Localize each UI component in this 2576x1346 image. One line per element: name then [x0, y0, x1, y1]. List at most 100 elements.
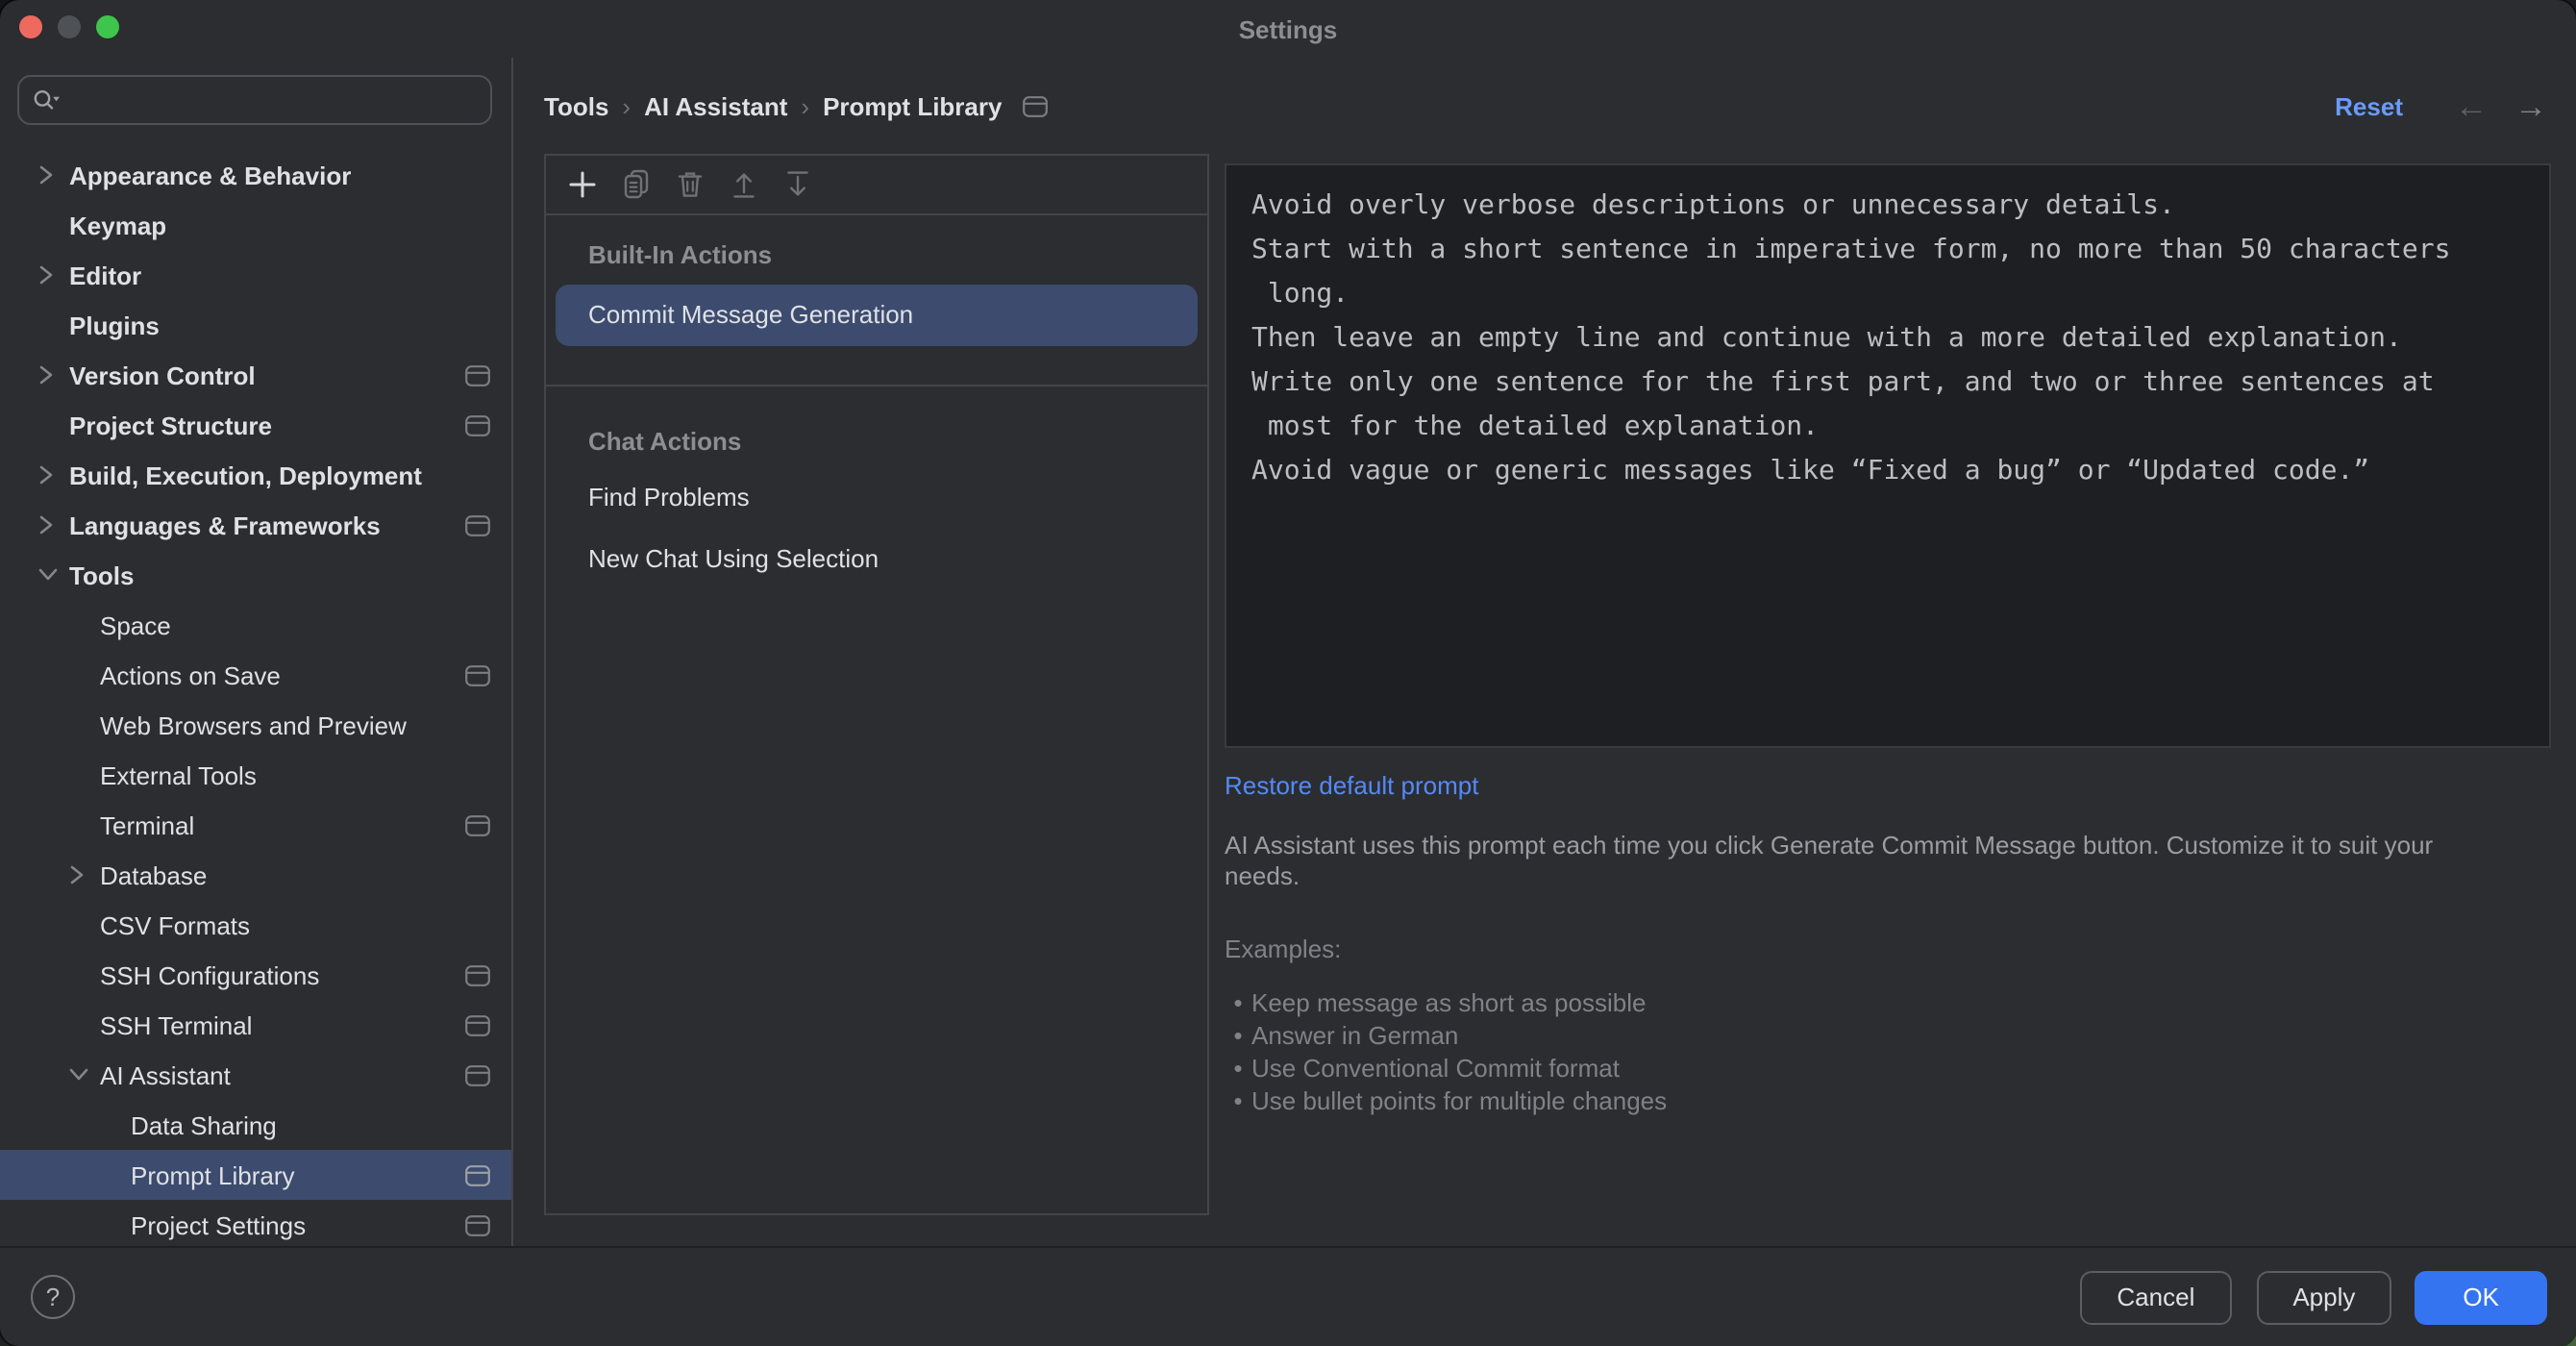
settings-main: Tools › AI Assistant › Prompt Library Re…: [513, 58, 2576, 1246]
per-project-icon: [465, 814, 490, 835]
sidebar-item-keymap[interactable]: Keymap: [0, 200, 511, 250]
sidebar-item-terminal[interactable]: Terminal: [0, 800, 511, 850]
prompt-description-line: AI Assistant uses this prompt each time …: [1225, 831, 2434, 860]
reset-link[interactable]: Reset: [2335, 91, 2403, 120]
prompt-line: Then leave an empty line and continue wi…: [1251, 323, 2402, 354]
chevron-right-icon[interactable]: [38, 515, 69, 535]
page-header: Tools › AI Assistant › Prompt Library Re…: [513, 58, 2576, 154]
sidebar-item-csv-formats[interactable]: CSV Formats: [0, 900, 511, 950]
settings-search-box[interactable]: [17, 75, 492, 125]
prompt-line: most for the detailed explanation.: [1251, 411, 1820, 442]
search-icon: [34, 89, 60, 110]
help-button[interactable]: ?: [31, 1275, 75, 1319]
per-project-icon: [465, 364, 490, 386]
sidebar-item-space[interactable]: Space: [0, 600, 511, 650]
breadcrumb-tools[interactable]: Tools: [544, 91, 608, 120]
bullet-icon: •: [1233, 1021, 1243, 1050]
examples-list: • Keep message as short as possible • Answ…: [1225, 986, 2551, 1117]
sidebar-item-ai-assistant[interactable]: AI Assistant: [0, 1050, 511, 1100]
actions-toolbar: [546, 156, 1207, 215]
per-project-icon: [465, 1164, 490, 1185]
breadcrumb-prompt-library: Prompt Library: [823, 91, 1003, 120]
breadcrumb-separator: ›: [622, 91, 632, 120]
add-icon[interactable]: [565, 167, 600, 202]
example-text: Use bullet points for multiple changes: [1251, 1086, 1668, 1115]
prompt-line: Start with a short sentence in imperativ…: [1251, 235, 2451, 265]
sidebar-item-external-tools[interactable]: External Tools: [0, 750, 511, 800]
import-icon[interactable]: [780, 167, 815, 202]
sidebar-item-web-browsers-and-preview[interactable]: Web Browsers and Preview: [0, 700, 511, 750]
prompt-line: Avoid overly verbose descriptions or unn…: [1251, 190, 2175, 221]
chevron-down-icon[interactable]: [38, 567, 69, 583]
chevron-right-icon[interactable]: [38, 265, 69, 285]
chevron-down-icon[interactable]: [69, 1067, 100, 1083]
prompt-description-line: needs.: [1225, 861, 1300, 890]
examples-title: Examples:: [1225, 935, 1342, 963]
title-bar: Settings: [0, 0, 2576, 58]
sidebar-item-build-execution-deployment[interactable]: Build, Execution, Deployment: [0, 450, 511, 500]
per-project-icon: [465, 414, 490, 436]
dialog-footer: ? Cancel Apply OK: [0, 1246, 2576, 1346]
prompt-line: Avoid vague or generic messages like “Fi…: [1251, 456, 2370, 486]
bullet-icon: •: [1233, 988, 1243, 1017]
prompt-description: AI Assistant uses this prompt each time …: [1225, 831, 2551, 892]
sidebar-item-editor[interactable]: Editor: [0, 250, 511, 300]
example-text: Answer in German: [1251, 1021, 1459, 1050]
per-project-icon: [1023, 95, 1049, 116]
prompt-line: long.: [1251, 279, 1350, 310]
sidebar-item-ssh-terminal[interactable]: SSH Terminal: [0, 1000, 511, 1050]
sidebar-item-project-settings[interactable]: Project Settings: [0, 1200, 511, 1246]
sidebar-item-prompt-library[interactable]: Prompt Library: [0, 1150, 511, 1200]
sidebar-item-appearance-behavior[interactable]: Appearance & Behavior: [0, 150, 511, 200]
sidebar-item-tools[interactable]: Tools: [0, 550, 511, 600]
forward-arrow-icon[interactable]: →: [2514, 89, 2547, 122]
group-header-built-in-actions: Built-In Actions: [588, 240, 773, 269]
prompt-actions-panel: Built-In Actions Commit Message Generati…: [544, 154, 1209, 1215]
example-text: Keep message as short as possible: [1251, 988, 1647, 1017]
sidebar-item-version-control[interactable]: Version Control: [0, 350, 511, 400]
screen: Settings Appearance & Behavior Keymap Ed…: [0, 0, 2576, 1346]
bullet-icon: •: [1233, 1054, 1243, 1083]
delete-icon[interactable]: [673, 167, 707, 202]
prompt-details: Avoid overly verbose descriptions or unn…: [1225, 154, 2551, 1246]
prompt-editor[interactable]: Avoid overly verbose descriptions or unn…: [1225, 163, 2551, 748]
export-icon[interactable]: [727, 167, 761, 202]
chevron-right-icon[interactable]: [69, 865, 100, 885]
back-arrow-icon[interactable]: ←: [2455, 89, 2488, 122]
sidebar-item-actions-on-save[interactable]: Actions on Save: [0, 650, 511, 700]
example-item: • Keep message as short as possible: [1225, 986, 2551, 1019]
prompt-line: Write only one sentence for the first pa…: [1251, 367, 2435, 398]
bullet-icon: •: [1233, 1086, 1243, 1115]
ok-button[interactable]: OK: [2415, 1270, 2547, 1324]
sidebar-item-database[interactable]: Database: [0, 850, 511, 900]
chevron-right-icon[interactable]: [38, 465, 69, 485]
settings-search-input[interactable]: [71, 84, 479, 116]
breadcrumb-separator: ›: [801, 91, 810, 120]
per-project-icon: [465, 514, 490, 536]
settings-sidebar: Appearance & Behavior Keymap Editor Plug…: [0, 58, 513, 1246]
group-divider: [546, 385, 1207, 386]
sidebar-item-ssh-configurations[interactable]: SSH Configurations: [0, 950, 511, 1000]
sidebar-item-plugins[interactable]: Plugins: [0, 300, 511, 350]
example-item: • Use Conventional Commit format: [1225, 1052, 2551, 1084]
group-header-chat-actions: Chat Actions: [588, 427, 742, 456]
breadcrumb-ai-assistant[interactable]: AI Assistant: [644, 91, 787, 120]
list-item-commit-message-generation[interactable]: Commit Message Generation: [556, 285, 1198, 346]
restore-default-prompt-link[interactable]: Restore default prompt: [1225, 771, 1478, 800]
duplicate-icon[interactable]: [619, 167, 654, 202]
sidebar-item-project-structure[interactable]: Project Structure: [0, 400, 511, 450]
list-item-new-chat-using-selection[interactable]: New Chat Using Selection: [546, 529, 1207, 590]
example-item: • Answer in German: [1225, 1019, 2551, 1052]
cancel-button[interactable]: Cancel: [2080, 1270, 2232, 1324]
sidebar-item-languages-frameworks[interactable]: Languages & Frameworks: [0, 500, 511, 550]
sidebar-item-data-sharing[interactable]: Data Sharing: [0, 1100, 511, 1150]
chevron-right-icon[interactable]: [38, 165, 69, 185]
list-item-find-problems[interactable]: Find Problems: [546, 467, 1207, 529]
example-text: Use Conventional Commit format: [1251, 1054, 1620, 1083]
example-item: • Use bullet points for multiple changes: [1225, 1084, 2551, 1117]
chevron-right-icon[interactable]: [38, 365, 69, 385]
settings-tree: Appearance & Behavior Keymap Editor Plug…: [0, 150, 511, 1246]
apply-button[interactable]: Apply: [2256, 1270, 2392, 1324]
per-project-icon: [465, 664, 490, 685]
breadcrumb: Tools › AI Assistant › Prompt Library: [544, 91, 1049, 120]
